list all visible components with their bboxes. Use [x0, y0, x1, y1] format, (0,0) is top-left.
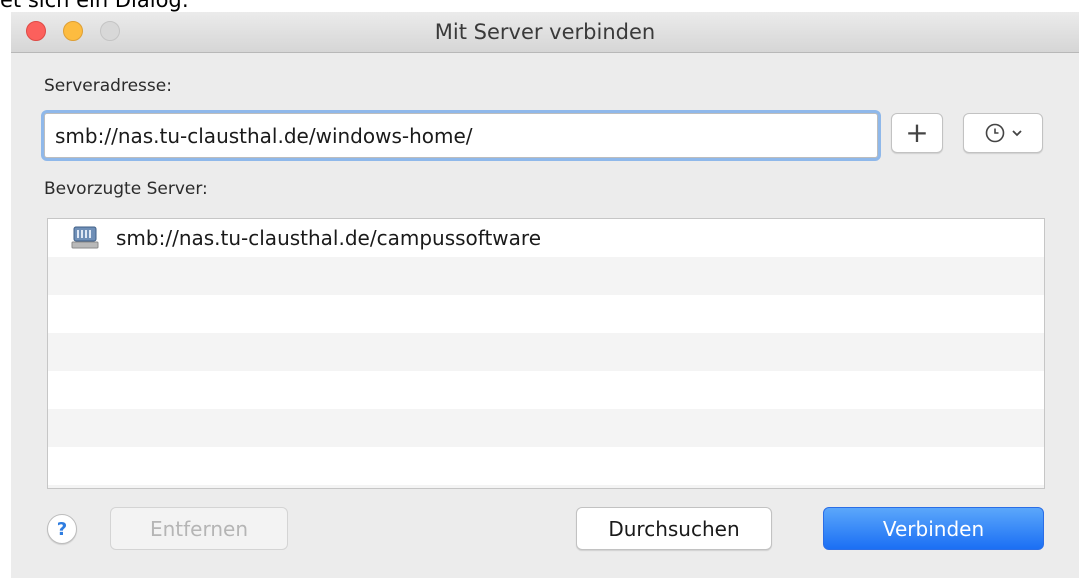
question-mark-icon: ?	[56, 518, 68, 540]
list-item-label: smb://nas.tu-clausthal.de/campussoftware	[116, 226, 541, 250]
list-background	[48, 219, 1044, 488]
browse-button[interactable]: Durchsuchen	[576, 507, 772, 550]
remove-button[interactable]: Entfernen	[110, 507, 288, 550]
title-bar: Mit Server verbinden	[11, 12, 1079, 53]
server-address-label: Serveradresse:	[44, 76, 172, 96]
favorite-servers-label: Bevorzugte Server:	[44, 179, 208, 199]
favorite-servers-list: smb://nas.tu-clausthal.de/campussoftware	[47, 218, 1045, 489]
recent-servers-button[interactable]	[963, 113, 1043, 153]
add-favorite-button[interactable]: +	[891, 113, 943, 153]
chevron-down-icon	[1012, 130, 1022, 137]
window-title: Mit Server verbinden	[434, 20, 656, 44]
connect-button[interactable]: Verbinden	[823, 507, 1044, 550]
list-item[interactable]: smb://nas.tu-clausthal.de/campussoftware	[48, 219, 1044, 257]
connect-to-server-dialog: Mit Server verbinden Serveradresse: + Be…	[11, 12, 1079, 578]
page-caption-text: et sich ein Dialog:	[0, 0, 189, 12]
server-address-input[interactable]	[44, 113, 878, 158]
clock-icon	[985, 123, 1005, 143]
help-button[interactable]: ?	[47, 514, 77, 544]
network-server-icon	[71, 226, 99, 249]
plus-icon: +	[905, 116, 929, 149]
